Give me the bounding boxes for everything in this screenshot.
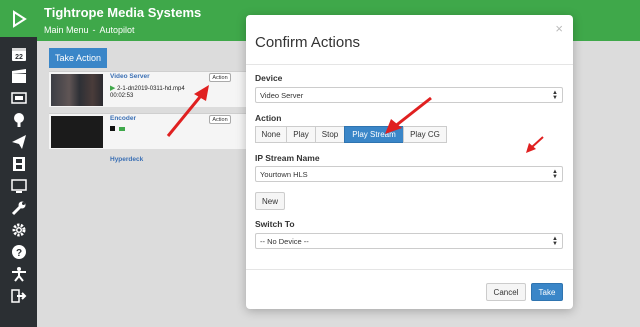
action-play-button[interactable]: Play [286, 126, 316, 143]
device-name-hyperdeck[interactable]: Hyperdeck [110, 156, 143, 163]
encoder-thumbnail [51, 116, 103, 148]
device-file-name: 2-1-dn2019-0311-hd.mp4 [117, 86, 185, 92]
select-caret-icon: ▲ ▼ [552, 169, 558, 180]
action-play-cg-button[interactable]: Play CG [403, 126, 447, 143]
confirm-actions-modal: Confirm Actions × Device Video Server ▲ ▼… [246, 15, 573, 309]
cancel-button[interactable]: Cancel [486, 283, 526, 301]
action-stop-button[interactable]: Stop [315, 126, 345, 143]
action-label: Action [255, 113, 282, 123]
switch-to-select[interactable]: -- No Device -- ▲ ▼ [255, 233, 563, 249]
clapperboard-icon[interactable] [0, 66, 37, 86]
device-label: Device [255, 73, 283, 83]
film-icon[interactable] [0, 154, 37, 174]
action-none-button[interactable]: None [255, 126, 287, 143]
modal-header-divider [246, 64, 573, 65]
wrench-icon[interactable] [0, 198, 37, 218]
select-caret-icon: ▲ ▼ [552, 236, 558, 247]
calendar-day-text: 22 [15, 54, 23, 61]
app-title: Tightrope Media Systems [44, 5, 202, 20]
device-name[interactable]: Encoder [110, 115, 136, 122]
play-logo-icon[interactable] [0, 0, 37, 37]
sidebar-nav: 22 ? [0, 0, 37, 327]
breadcrumb: Main Menu - Autopilot [44, 25, 135, 35]
encoder-status [110, 126, 125, 133]
device-select[interactable]: Video Server ▲ ▼ [255, 87, 563, 103]
video-thumbnail [51, 74, 103, 106]
action-play-stream-button[interactable]: Play Stream [344, 126, 404, 143]
switch-to-select-value: -- No Device -- [260, 236, 309, 246]
ip-stream-select-value: Yourtown HLS [260, 169, 308, 179]
help-icon[interactable]: ? [0, 242, 37, 262]
ip-stream-name-label: IP Stream Name [255, 153, 320, 163]
stop-icon [110, 126, 115, 131]
play-status-icon: ▶ [110, 85, 116, 92]
device-name[interactable]: Video Server [110, 73, 150, 80]
breadcrumb-main-menu[interactable]: Main Menu [44, 25, 89, 35]
display-icon[interactable] [0, 176, 37, 196]
device-row-video-server[interactable]: Video Server ▶ 2-1-dn2019-0311-hd.mp4 00… [49, 71, 249, 107]
device-select-value: Video Server [260, 90, 304, 100]
device-row-encoder[interactable]: Encoder Action [49, 113, 249, 149]
breadcrumb-autopilot[interactable]: Autopilot [100, 25, 135, 35]
modal-title: Confirm Actions [255, 34, 361, 51]
take-button[interactable]: Take [531, 283, 563, 301]
accessibility-icon[interactable] [0, 264, 37, 284]
gear-icon[interactable] [0, 220, 37, 240]
device-duration: 00:02:53 [110, 93, 134, 99]
device-action-button[interactable]: Action [209, 115, 231, 124]
device-action-button[interactable]: Action [209, 73, 231, 82]
new-stream-button[interactable]: New [255, 192, 285, 210]
switch-to-label: Switch To [255, 219, 295, 229]
svg-text:?: ? [15, 248, 21, 259]
device-file: ▶ 2-1-dn2019-0311-hd.mp4 [110, 84, 185, 92]
select-caret-icon: ▲ ▼ [552, 90, 558, 101]
sign-out-icon[interactable] [0, 286, 37, 306]
close-icon[interactable]: × [555, 21, 563, 36]
action-segmented-control: None Play Stop Play Stream Play CG [255, 126, 447, 143]
monitor-tv-icon[interactable] [0, 88, 37, 108]
modal-footer-divider [246, 269, 573, 270]
paper-plane-icon[interactable] [0, 132, 37, 152]
ip-stream-select[interactable]: Yourtown HLS ▲ ▼ [255, 166, 563, 182]
calendar-icon[interactable]: 22 [0, 44, 37, 64]
podcast-icon[interactable] [0, 110, 37, 130]
annotation-arrow [526, 136, 544, 153]
take-action-button[interactable]: Take Action [49, 48, 107, 68]
camera-icon [118, 127, 125, 131]
